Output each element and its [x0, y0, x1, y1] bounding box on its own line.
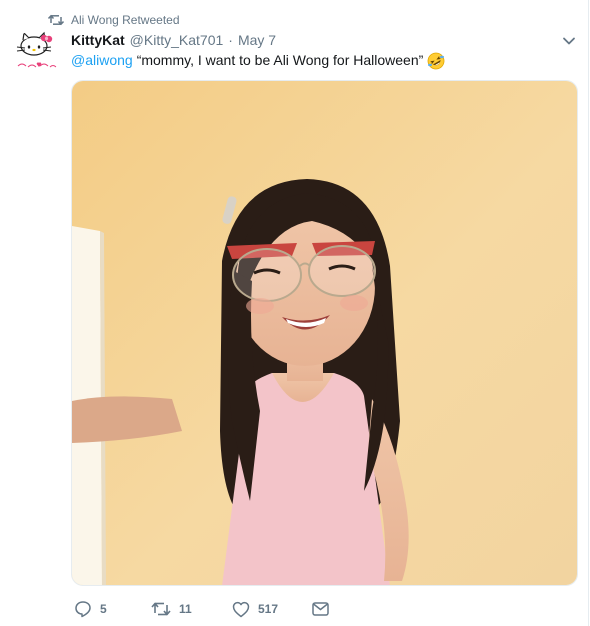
tweet-actions: 5 11 517 — [74, 600, 329, 618]
reply-button[interactable]: 5 — [74, 600, 151, 618]
display-name[interactable]: KittyKat — [71, 32, 125, 48]
separator: · — [228, 32, 233, 48]
retweet-icon — [151, 602, 171, 616]
retweet-context-text[interactable]: Ali Wong Retweeted — [71, 13, 180, 27]
envelope-icon — [312, 602, 329, 616]
avatar[interactable] — [12, 30, 60, 78]
heart-icon — [232, 601, 250, 617]
tweet-body: “mommy, I want to be Ali Wong for Hallow… — [136, 52, 424, 68]
tweet-photo[interactable] — [71, 80, 578, 586]
mention-link[interactable]: @aliwong — [71, 51, 133, 70]
retweet-button[interactable]: 11 — [151, 601, 232, 617]
photo-image — [72, 81, 577, 585]
retweet-icon — [48, 14, 64, 26]
retweet-context: Ali Wong Retweeted — [48, 12, 180, 28]
hello-kitty-avatar-icon — [12, 30, 60, 78]
direct-message-button[interactable] — [312, 602, 329, 616]
tweet-card[interactable]: Ali Wong Retweeted KittyKat @Kitty_Kat70… — [0, 0, 589, 626]
like-button[interactable]: 517 — [232, 601, 312, 618]
like-count: 517 — [258, 602, 279, 616]
reply-icon — [75, 601, 91, 618]
rolling-on-floor-laughing-emoji-icon — [427, 52, 445, 69]
chevron-down-icon[interactable] — [561, 35, 577, 47]
retweet-count: 11 — [179, 602, 192, 616]
user-handle[interactable]: @Kitty_Kat701 — [130, 32, 224, 48]
reply-count: 5 — [100, 602, 107, 616]
tweet-text: @aliwong “mommy, I want to be Ali Wong f… — [71, 51, 445, 70]
tweet-header: KittyKat @Kitty_Kat701 · May 7 — [71, 32, 548, 48]
tweet-date[interactable]: May 7 — [238, 32, 276, 48]
